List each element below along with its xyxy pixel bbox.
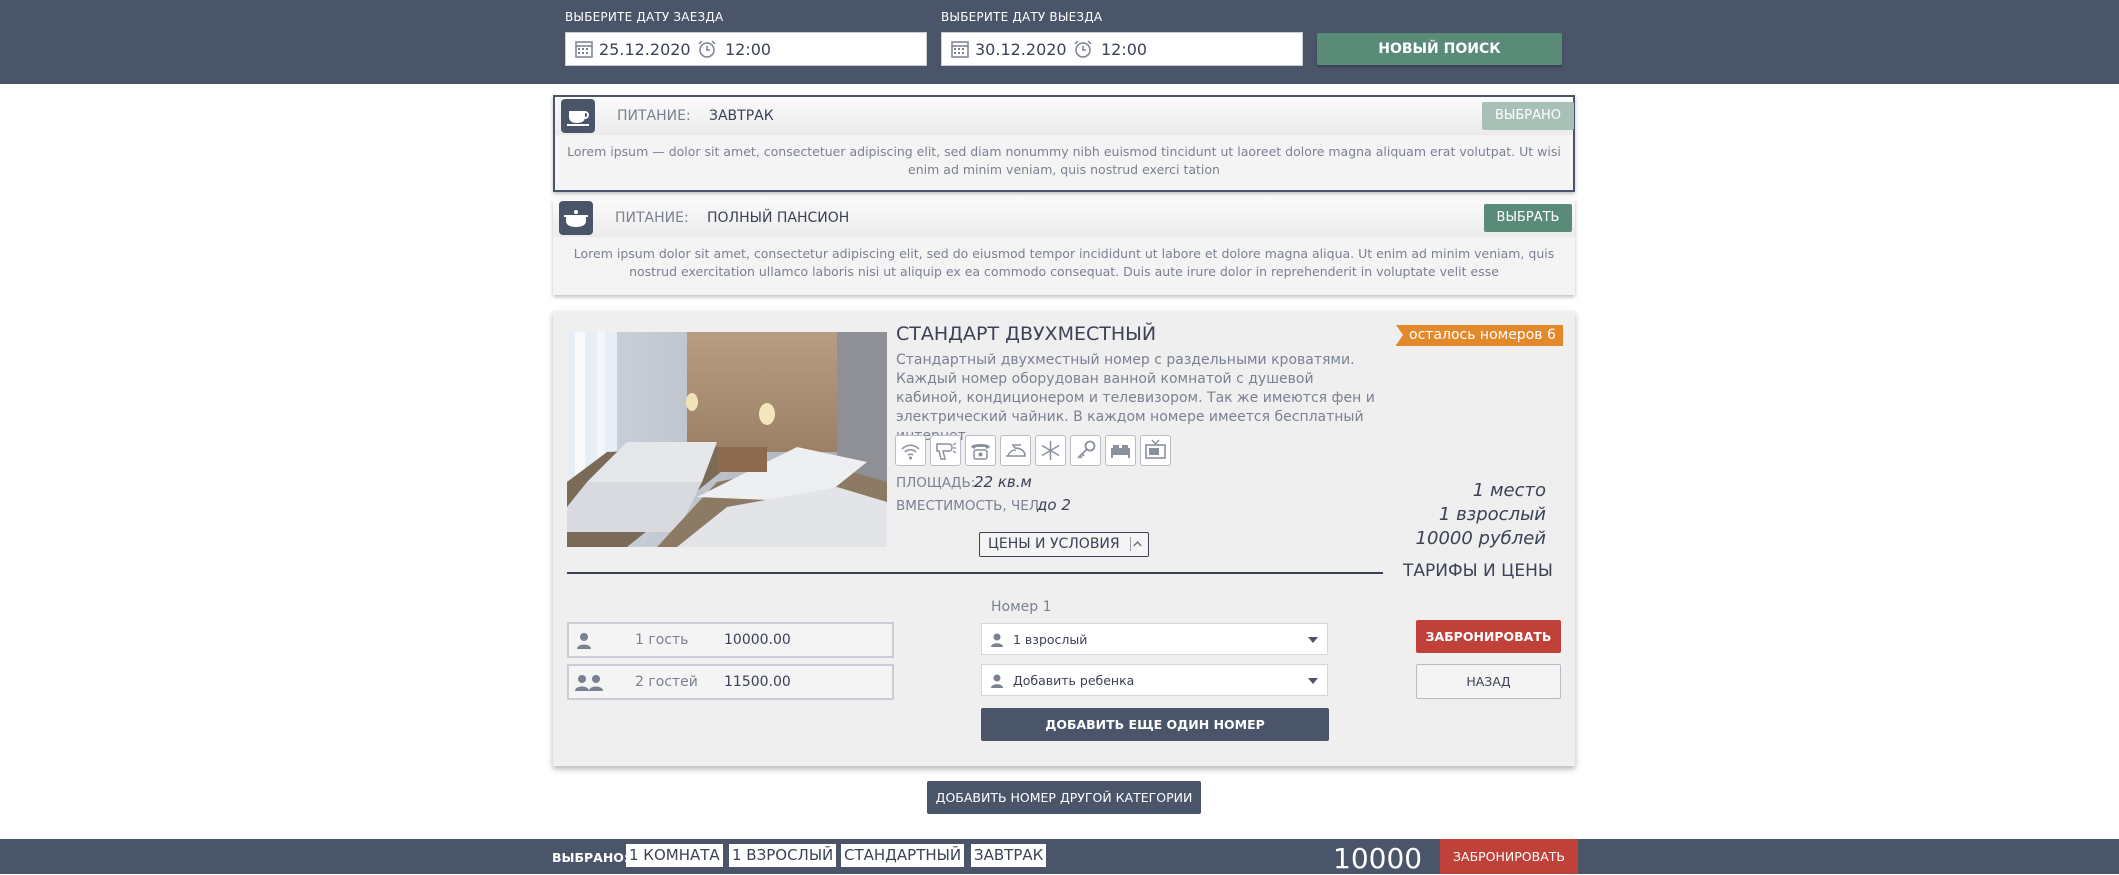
room-number-label: Номер 1 [991,599,1052,615]
adults-select[interactable]: 1 взрослый [981,623,1328,655]
capacity-value: до 2 [1037,496,1071,514]
chevron-up-icon [1130,537,1142,551]
wifi-icon [895,435,926,466]
area-label: ПЛОЩАДЬ: [896,475,976,491]
cup-icon [561,99,595,133]
selected-button[interactable]: ВЫБРАНО [1482,102,1574,130]
book-button[interactable]: ЗАБРОНИРОВАТЬ [1416,620,1561,653]
price-summary-place: 1 место [1472,480,1546,501]
meal-key: ПИТАНИЕ: [617,108,691,124]
selection-footer: ВЫБРАНО: 1 КОМНАТА 1 ВЗРОСЛЫЙ СТАНДАРТНЫ… [0,839,2119,875]
search-bar: ВЫБЕРИТЕ ДАТУ ЗАЕЗДА 25.12.2020 12:00 ВЫ… [0,0,2119,84]
iron-icon [1000,435,1031,466]
calendar-icon [575,41,593,58]
meal-description: Lorem ipsum — dolor sit amet, consectetu… [567,144,1561,177]
dropdown-arrow-icon [1308,637,1318,643]
meal-value: ЗАВТРАК [709,108,774,124]
user-icon [577,633,591,649]
alarm-clock-icon [1074,40,1092,58]
checkout-label: ВЫБЕРИТЕ ДАТУ ВЫЕЗДА [941,10,1103,24]
bed-icon [1105,435,1136,466]
meal-value: ПОЛНЫЙ ПАНСИОН [707,210,850,226]
checkout-field[interactable]: 30.12.2020 12:00 [941,32,1303,66]
guest-rate-row[interactable]: 1 гость 10000.00 [567,622,894,658]
checkout-time[interactable]: 12:00 [1101,40,1147,59]
selected-tag: ЗАВТРАК [971,844,1047,867]
phone-icon [965,435,996,466]
room-photo [567,332,887,547]
meal-header: ПИТАНИЕ: ЗАВТРАК ВЫБРАНО [555,97,1574,135]
tariffs-title: ТАРИФЫ И ЦЕНЫ [1403,561,1553,581]
prices-conditions-label: ЦЕНЫ И УСЛОВИЯ [988,536,1120,552]
room-description: Стандартный двухместный номер с раздельн… [896,352,1375,444]
checkin-time[interactable]: 12:00 [725,40,771,59]
rooms-left-badge: осталось номеров 6 [1396,325,1563,346]
add-other-category-button[interactable]: ДОБАВИТЬ НОМЕР ДРУГОЙ КАТЕГОРИИ [927,781,1201,814]
meal-option-breakfast: ПИТАНИЕ: ЗАВТРАК ВЫБРАНО Lorem ipsum — d… [553,95,1575,192]
checkin-label: ВЫБЕРИТЕ ДАТУ ЗАЕЗДА [565,10,724,24]
meal-option-full-board: ПИТАНИЕ: ПОЛНЫЙ ПАНСИОН ВЫБРАТЬ Lorem ip… [553,199,1575,295]
selected-tag: 1 КОМНАТА [626,844,723,867]
child-select-value: Добавить ребенка [1013,673,1135,688]
select-button[interactable]: ВЫБРАТЬ [1484,204,1572,232]
guest-price: 11500.00 [724,674,791,690]
calendar-icon [951,41,969,58]
add-another-room-button[interactable]: ДОБАВИТЬ ЕЩЕ ОДИН НОМЕР [981,708,1329,741]
selected-label: ВЫБРАНО: [552,850,629,865]
area-value: 22 кв.м [974,473,1032,491]
meal-key: ПИТАНИЕ: [615,210,689,226]
new-search-button[interactable]: НОВЫЙ ПОИСК [1317,33,1562,65]
guest-rate-row[interactable]: 2 гостей 11500.00 [567,664,894,700]
price-summary-total: 10000 рублей [1415,528,1546,549]
selected-tag: СТАНДАРТНЫЙ [841,844,965,867]
checkout-date[interactable]: 30.12.2020 [975,40,1067,59]
guest-count: 2 гостей [635,674,698,690]
checkin-field[interactable]: 25.12.2020 12:00 [565,32,927,66]
child-select[interactable]: Добавить ребенка [981,664,1328,696]
selected-tag: 1 ВЗРОСЛЫЙ [729,844,837,867]
dropdown-arrow-icon [1308,678,1318,684]
alarm-clock-icon [698,40,716,58]
snowflake-icon [1035,435,1066,466]
price-summary-adult: 1 взрослый [1438,504,1546,525]
capacity-label: ВМЕСТИМОСТЬ, ЧЕЛ: [896,498,1044,514]
hairdryer-icon [930,435,961,466]
key-icon [1070,435,1101,466]
pot-icon [559,201,593,235]
footer-book-button[interactable]: ЗАБРОНИРОВАТЬ [1440,839,1578,874]
guest-count: 1 гость [635,632,689,648]
users-icon [575,675,603,691]
checkin-date[interactable]: 25.12.2020 [599,40,691,59]
adults-select-value: 1 взрослый [1013,632,1088,647]
back-button[interactable]: НАЗАД [1416,664,1561,699]
tv-icon [1140,435,1171,466]
user-icon [991,674,1003,688]
guest-price: 10000.00 [724,632,791,648]
room-title: СТАНДАРТ ДВУХМЕСТНЫЙ [896,323,1157,345]
total-price: 10000 [1333,842,1423,875]
meal-header: ПИТАНИЕ: ПОЛНЫЙ ПАНСИОН ВЫБРАТЬ [553,199,1575,237]
user-icon [991,633,1003,647]
prices-conditions-button[interactable]: ЦЕНЫ И УСЛОВИЯ [979,532,1149,557]
meal-description: Lorem ipsum dolor sit amet, consectetur … [573,246,1555,279]
divider [567,572,1383,574]
